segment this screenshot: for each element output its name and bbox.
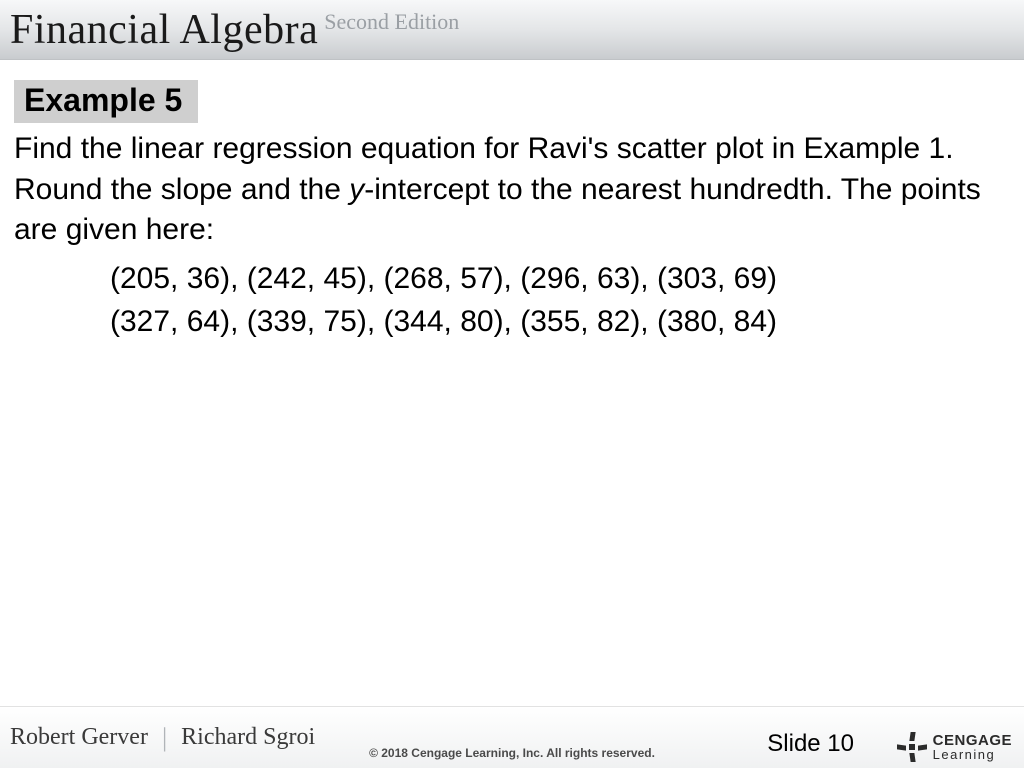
example-label: Example 5 — [14, 80, 198, 123]
publisher-line1: CENGAGE — [933, 733, 1012, 748]
y-variable: y — [349, 173, 364, 206]
author-2: Richard Sgroi — [181, 724, 315, 751]
data-points: (205, 36), (242, 45), (268, 57), (296, 6… — [110, 257, 1010, 344]
slide-number: Slide 10 — [767, 730, 854, 758]
cengage-mark-icon — [897, 732, 927, 762]
authors: Robert Gerver | Richard Sgroi — [10, 723, 315, 753]
edition-label: Second Edition — [324, 9, 459, 35]
book-title: Financial Algebra — [10, 0, 318, 60]
problem-text: Find the linear regression equation for … — [14, 129, 994, 251]
points-row-1: (205, 36), (242, 45), (268, 57), (296, 6… — [110, 257, 1010, 301]
publisher-name: CENGAGE Learning — [933, 733, 1012, 761]
points-row-2: (327, 64), (339, 75), (344, 80), (355, 8… — [110, 300, 1010, 344]
publisher-line2: Learning — [933, 748, 1012, 761]
publisher-logo: CENGAGE Learning — [897, 732, 1012, 762]
slide-content: Example 5 Find the linear regression equ… — [0, 60, 1024, 344]
footer-bar: Robert Gerver | Richard Sgroi © 2018 Cen… — [0, 706, 1024, 768]
author-1: Robert Gerver — [10, 724, 148, 751]
author-separator: | — [162, 723, 167, 753]
copyright-text: © 2018 Cengage Learning, Inc. All rights… — [369, 746, 655, 760]
header-bar: Financial Algebra Second Edition — [0, 0, 1024, 60]
